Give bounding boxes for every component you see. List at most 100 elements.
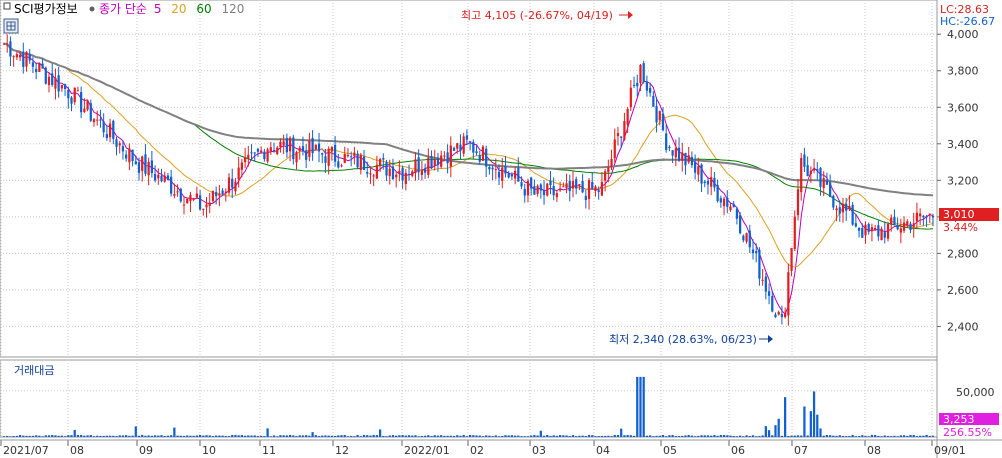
- candle-body: [343, 154, 346, 164]
- svg-text:종가 단순 5 20 6: 종가 단순 5 20 60 120: [99, 2, 244, 16]
- candle-body: [186, 198, 189, 204]
- candle-body: [796, 189, 800, 216]
- candle-body: [395, 174, 398, 178]
- candle-body: [247, 154, 250, 159]
- volume-bar: [809, 411, 812, 437]
- volume-bar: [841, 435, 845, 437]
- candle-body: [231, 178, 234, 188]
- volume-bar: [63, 436, 67, 437]
- candle-body: [378, 159, 382, 166]
- candle-body: [812, 168, 816, 171]
- candle-body: [645, 81, 649, 91]
- volume-bar: [632, 435, 636, 437]
- candle-body: [63, 84, 67, 90]
- volume-bar: [443, 435, 446, 437]
- candle-body: [809, 170, 812, 175]
- volume-bar: [915, 436, 919, 437]
- candle-body: [144, 154, 147, 174]
- candle-body: [603, 171, 607, 181]
- volume-bar: [793, 435, 796, 437]
- volume-bar: [359, 436, 362, 437]
- x-tick-label: 2021/07: [3, 444, 49, 457]
- candle-body: [552, 186, 555, 196]
- volume-bar: [462, 434, 465, 437]
- volume-bar: [301, 435, 305, 437]
- volume-bar: [854, 436, 857, 437]
- volume-bar: [787, 436, 790, 437]
- candle-body: [253, 152, 256, 154]
- volume-bar: [613, 434, 616, 437]
- volume-bar: [198, 434, 202, 437]
- candle-body: [411, 171, 414, 176]
- candle-body: [366, 172, 369, 174]
- candle-body: [668, 146, 671, 149]
- y-tick-label: 2,800: [947, 247, 979, 260]
- volume-bar: [231, 434, 234, 437]
- candle-body: [648, 87, 652, 93]
- volume-panel: [0, 359, 938, 438]
- volume-bar: [105, 435, 108, 437]
- candle-body: [890, 217, 893, 225]
- candle-body: [279, 141, 282, 147]
- volume-bar: [706, 435, 710, 437]
- candle-body: [546, 183, 549, 196]
- candle-body: [610, 158, 613, 168]
- volume-bar: [147, 435, 150, 437]
- volume-bar: [215, 435, 218, 437]
- volume-bar: [780, 435, 784, 437]
- candle-body: [308, 140, 311, 157]
- volume-bar: [170, 435, 173, 437]
- volume-bar: [54, 435, 57, 437]
- candle-body: [587, 180, 591, 200]
- volume-bar: [166, 435, 170, 437]
- volume-bar: [796, 435, 800, 437]
- volume-bar: [491, 436, 494, 437]
- candle-body: [369, 173, 372, 175]
- volume-bar: [922, 435, 925, 437]
- volume-bar: [851, 434, 854, 437]
- volume-bar: [176, 435, 179, 437]
- volume-bar: [880, 436, 883, 437]
- candle-body: [472, 142, 475, 153]
- volume-bar: [562, 435, 565, 437]
- volume-bar: [513, 435, 517, 437]
- volume-bar: [350, 435, 353, 437]
- volume-bar: [639, 376, 642, 437]
- volume-bar: [47, 435, 51, 437]
- candle-body: [311, 138, 314, 154]
- candle-body: [829, 182, 832, 197]
- candle-body: [893, 216, 896, 225]
- candle-body: [523, 188, 526, 196]
- candle-body: [517, 167, 520, 182]
- volume-bar: [12, 436, 15, 437]
- candle-body: [47, 76, 51, 86]
- candle-body: [51, 73, 54, 85]
- candle-body: [504, 165, 507, 174]
- candle-body: [864, 224, 867, 236]
- candle-body: [182, 204, 186, 206]
- candle-body: [780, 314, 784, 318]
- candle-body: [362, 156, 366, 171]
- volume-bar: [697, 435, 700, 437]
- candle-body: [832, 195, 835, 208]
- candle-body: [179, 188, 182, 202]
- candle-body: [31, 62, 35, 67]
- candle-body: [652, 95, 655, 107]
- candle-body: [70, 97, 73, 104]
- candle-body: [433, 159, 436, 167]
- candle-body: [681, 152, 684, 161]
- candle-body: [861, 227, 864, 238]
- volume-bar: [877, 435, 880, 437]
- candle-body: [44, 67, 47, 84]
- volume-bar: [829, 435, 832, 437]
- volume-bar: [333, 435, 337, 437]
- candle-body: [18, 55, 22, 58]
- candle-body: [131, 149, 134, 161]
- volume-bar: [2, 436, 6, 437]
- candle-body: [555, 193, 559, 198]
- volume-bar: [893, 435, 896, 437]
- candle-body: [597, 190, 600, 193]
- y-tick-label: 4,000: [947, 28, 979, 41]
- volume-bar: [751, 435, 755, 437]
- candle-body: [671, 150, 674, 156]
